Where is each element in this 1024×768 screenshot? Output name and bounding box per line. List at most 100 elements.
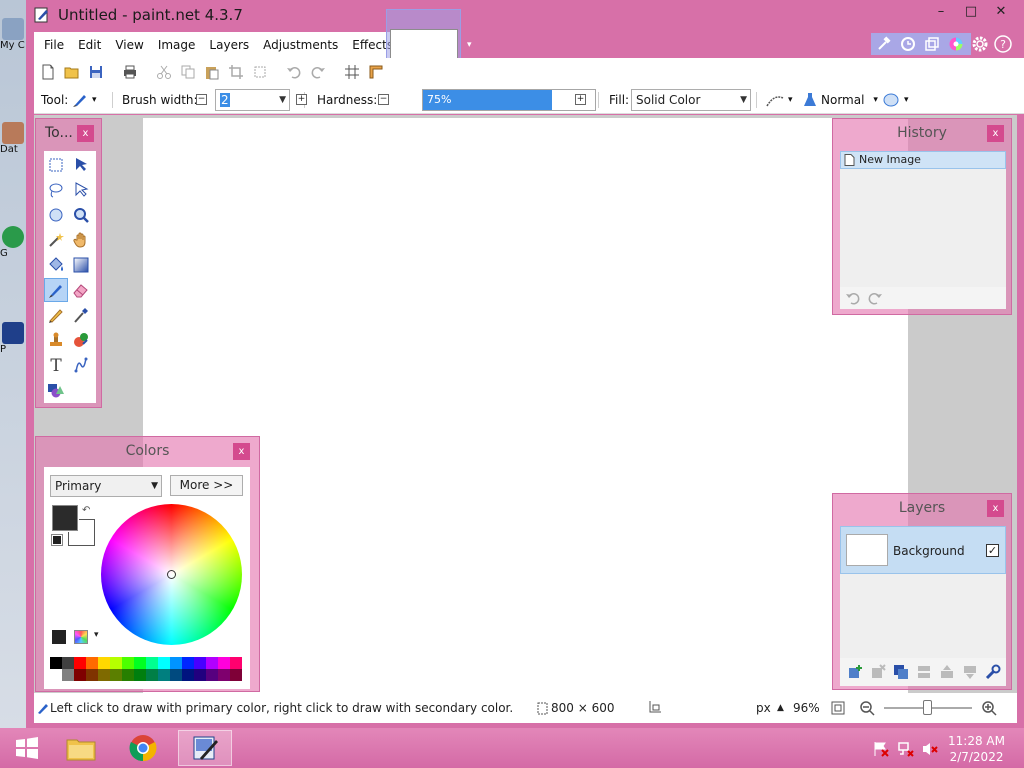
palette-swatch[interactable] [74, 669, 86, 681]
palette-swatch[interactable] [98, 657, 110, 669]
clock[interactable]: 11:28 AM 2/7/2022 [948, 733, 1005, 765]
add-layer-button[interactable] [844, 661, 866, 683]
layer-visibility-checkbox[interactable]: ✓ [986, 544, 999, 557]
zoom-slider-thumb[interactable] [923, 700, 932, 715]
menu-edit[interactable]: Edit [71, 38, 108, 52]
reset-colors-icon[interactable] [51, 534, 63, 546]
tool-gradient[interactable] [69, 253, 93, 277]
fill-dropdown[interactable]: Solid Color ▼ [631, 89, 751, 111]
antialias-selector[interactable]: ▾ [766, 86, 793, 114]
tool-recolor[interactable] [69, 328, 93, 352]
add-to-palette-icon[interactable] [52, 630, 66, 644]
palette-swatch[interactable] [158, 657, 170, 669]
palette-swatch[interactable] [218, 657, 230, 669]
palette-menu-icon[interactable] [74, 630, 88, 644]
palette-swatch[interactable] [158, 669, 170, 681]
help-icon[interactable]: ? [994, 35, 1012, 53]
tool-eraser[interactable] [69, 278, 93, 302]
redo-button[interactable] [307, 61, 329, 83]
palette-swatch[interactable] [134, 669, 146, 681]
close-button[interactable]: ✕ [986, 2, 1016, 22]
palette-swatch[interactable] [182, 657, 194, 669]
tool-shapes[interactable] [44, 378, 68, 402]
tool-pencil[interactable] [44, 303, 68, 327]
desktop-icon-data[interactable]: Dat [0, 122, 26, 155]
palette-swatch[interactable] [230, 669, 242, 681]
save-button[interactable] [85, 61, 107, 83]
duplicate-layer-button[interactable] [890, 661, 912, 683]
tool-ellipse-select[interactable] [44, 203, 68, 227]
hardness-increase-button[interactable]: + [575, 94, 586, 105]
paintnet-taskbar-button[interactable] [178, 730, 232, 766]
palette-swatch[interactable] [194, 669, 206, 681]
tool-pan[interactable] [69, 228, 93, 252]
grid-toggle-button[interactable] [341, 61, 363, 83]
crop-button[interactable] [225, 61, 247, 83]
palette-swatch[interactable] [182, 669, 194, 681]
zoom-in-icon[interactable] [981, 700, 997, 716]
move-layer-up-button[interactable] [936, 661, 958, 683]
layers-panel-close-button[interactable]: x [987, 500, 1004, 517]
palette-swatch[interactable] [230, 657, 242, 669]
tool-clone-stamp[interactable] [44, 328, 68, 352]
tool-text[interactable]: T [44, 353, 68, 377]
palette-swatch[interactable] [170, 669, 182, 681]
deselect-button[interactable] [249, 61, 271, 83]
palette-swatch[interactable] [110, 657, 122, 669]
desktop-icon-computer[interactable]: My C [0, 18, 26, 51]
colors-panel-close-button[interactable]: x [233, 443, 250, 460]
delete-layer-button[interactable] [867, 661, 889, 683]
palette-swatch[interactable] [110, 669, 122, 681]
layers-window-toggle[interactable] [921, 34, 943, 54]
chevron-down-icon[interactable]: ▾ [94, 630, 99, 640]
brush-width-field[interactable]: 2 ▼ [215, 89, 290, 111]
color-mode-dropdown[interactable]: Primary ▼ [50, 475, 162, 497]
palette-swatch[interactable] [218, 669, 230, 681]
history-panel-close-button[interactable]: x [987, 125, 1004, 142]
rulers-toggle-button[interactable] [365, 61, 387, 83]
chevron-up-icon[interactable]: ▲ [777, 703, 784, 713]
tool-move-selected[interactable] [69, 178, 93, 202]
hardness-slider[interactable]: 75% [422, 89, 596, 111]
zoom-to-window-icon[interactable] [830, 700, 846, 716]
palette-swatch[interactable] [146, 669, 158, 681]
palette-swatch[interactable] [170, 657, 182, 669]
history-item[interactable]: New Image [840, 151, 1006, 169]
settings-gear-icon[interactable] [971, 35, 989, 53]
volume-muted-icon[interactable] [921, 740, 939, 758]
new-image-button[interactable] [37, 61, 59, 83]
minimize-button[interactable]: – [926, 2, 956, 22]
move-layer-down-button[interactable] [959, 661, 981, 683]
tool-color-picker[interactable] [69, 303, 93, 327]
hardness-decrease-button[interactable]: − [378, 94, 389, 105]
merge-layer-down-button[interactable] [913, 661, 935, 683]
tools-window-toggle[interactable] [873, 34, 895, 54]
file-explorer-taskbar-button[interactable] [54, 730, 108, 766]
units-selector[interactable]: px [756, 701, 771, 715]
palette-swatch[interactable] [98, 669, 110, 681]
selection-mode-selector[interactable]: ▾ [882, 86, 909, 114]
tool-selector[interactable]: ▾ [72, 86, 97, 114]
menu-layers[interactable]: Layers [202, 38, 256, 52]
palette-swatch[interactable] [50, 669, 62, 681]
print-button[interactable] [119, 61, 141, 83]
tools-panel-close-button[interactable]: x [77, 125, 94, 142]
palette-swatch[interactable] [62, 657, 74, 669]
zoom-level[interactable]: 96% [793, 701, 820, 715]
maximize-button[interactable]: □ [956, 2, 986, 22]
menu-file[interactable]: File [37, 38, 71, 52]
copy-button[interactable] [177, 61, 199, 83]
zoom-out-icon[interactable] [859, 700, 875, 716]
action-center-flag-icon[interactable] [872, 740, 890, 758]
tool-move-selection[interactable] [69, 153, 93, 177]
paste-button[interactable] [201, 61, 223, 83]
chrome-taskbar-button[interactable] [116, 730, 170, 766]
palette-swatch[interactable] [206, 669, 218, 681]
layer-row[interactable]: Background ✓ [840, 526, 1006, 574]
network-icon[interactable] [897, 740, 915, 758]
palette-swatch[interactable] [146, 657, 158, 669]
cut-button[interactable] [153, 61, 175, 83]
menu-adjustments[interactable]: Adjustments [256, 38, 345, 52]
tool-rectangle-select[interactable] [44, 153, 68, 177]
desktop-icon-paintnet[interactable]: P [0, 322, 26, 355]
